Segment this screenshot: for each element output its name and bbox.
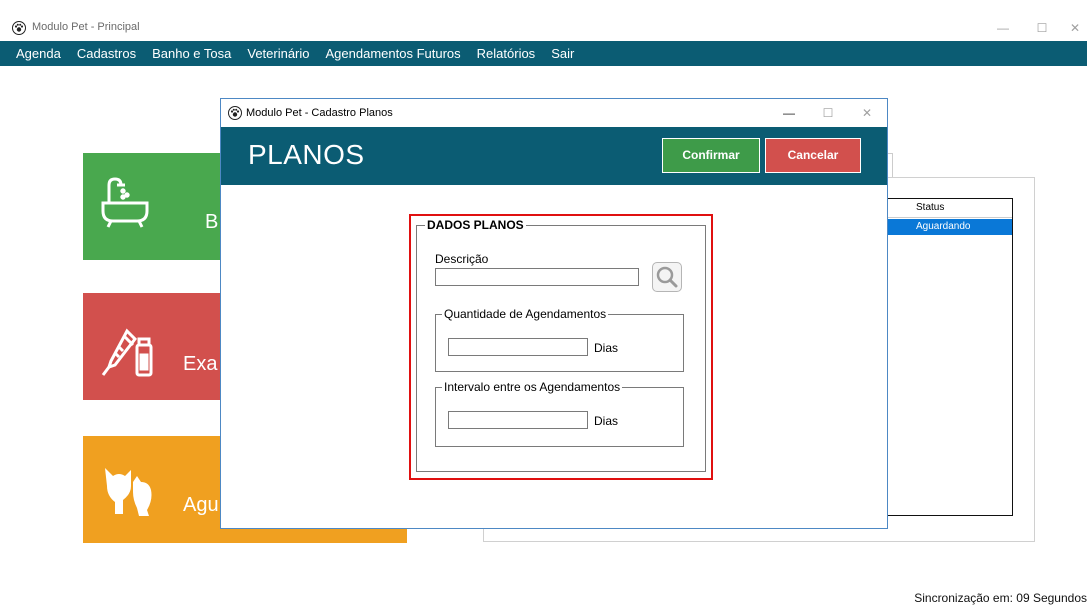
menu-item-agendamentos-futuros[interactable]: Agendamentos Futuros [318, 41, 469, 66]
menu-item-veterinario[interactable]: Veterinário [239, 41, 317, 66]
dog-cat-icon [99, 460, 159, 525]
tile-label-aguardando: Agu [183, 494, 219, 516]
tile-label-exames: Exa [183, 353, 218, 375]
intervalo-unit-label: Dias [594, 414, 619, 428]
sync-status-text: Sincronização em: 09 Segundos [914, 591, 1087, 605]
bathtub-icon [97, 175, 153, 236]
group-intervalo-agendamentos: Intervalo entre os Agendamentos Dias [435, 380, 684, 447]
group-dados-planos-title: DADOS PLANOS [425, 218, 526, 232]
magnifier-icon [656, 266, 678, 288]
descricao-label: Descrição [435, 252, 489, 266]
main-minimize-button[interactable]: — [988, 16, 1018, 40]
cadastro-planos-dialog: Modulo Pet - Cadastro Planos — ☐ ✕ PLANO… [220, 98, 888, 529]
dialog-titlebar: Modulo Pet - Cadastro Planos — ☐ ✕ [221, 99, 887, 127]
main-close-button[interactable]: ✕ [1060, 16, 1087, 40]
menu-item-agenda[interactable]: Agenda [8, 41, 69, 66]
list-cell-status: Aguardando [916, 221, 971, 232]
paw-logo-icon [12, 21, 26, 35]
dialog-header-bar: PLANOS Confirmar Cancelar [221, 127, 887, 185]
paw-logo-icon [228, 106, 242, 120]
dialog-close-button[interactable]: ✕ [852, 101, 882, 125]
menu-item-relatorios[interactable]: Relatórios [469, 41, 544, 66]
intervalo-input[interactable] [448, 411, 588, 429]
dialog-maximize-button[interactable]: ☐ [813, 101, 843, 125]
main-menu-bar: Agenda Cadastros Banho e Tosa Veterinári… [0, 41, 1087, 66]
menu-item-cadastros[interactable]: Cadastros [69, 41, 144, 66]
dialog-minimize-button[interactable]: — [774, 101, 804, 125]
group-dados-planos: DADOS PLANOS Descrição Quantidade de Age… [416, 218, 706, 472]
cancel-button[interactable]: Cancelar [765, 138, 861, 173]
group-intervalo-title: Intervalo entre os Agendamentos [442, 380, 623, 394]
background-appointments-list[interactable]: Status Aguardando [883, 198, 1013, 516]
form-highlight-frame: DADOS PLANOS Descrição Quantidade de Age… [409, 214, 713, 480]
quantidade-unit-label: Dias [594, 341, 619, 355]
group-quantidade-title: Quantidade de Agendamentos [442, 307, 609, 321]
search-button[interactable] [652, 262, 682, 292]
group-quantidade-agendamentos: Quantidade de Agendamentos Dias [435, 307, 684, 372]
menu-item-banho-e-tosa[interactable]: Banho e Tosa [144, 41, 239, 66]
syringe-vial-icon [101, 325, 157, 386]
menu-item-sair[interactable]: Sair [543, 41, 582, 66]
column-header-status: Status [916, 202, 945, 213]
descricao-input[interactable] [435, 268, 639, 286]
main-window-title: Modulo Pet - Principal [32, 21, 140, 33]
list-row-selected[interactable]: Aguardando [884, 219, 1012, 235]
dialog-title: Modulo Pet - Cadastro Planos [246, 107, 393, 119]
page-title: PLANOS [248, 139, 365, 170]
main-maximize-button[interactable]: ☐ [1027, 16, 1057, 40]
main-window-titlebar: Modulo Pet - Principal — ☐ ✕ [0, 16, 1087, 40]
list-column-header[interactable]: Status [884, 199, 1012, 218]
confirm-button[interactable]: Confirmar [662, 138, 760, 173]
tile-label-banho: B [205, 211, 219, 233]
quantidade-input[interactable] [448, 338, 588, 356]
